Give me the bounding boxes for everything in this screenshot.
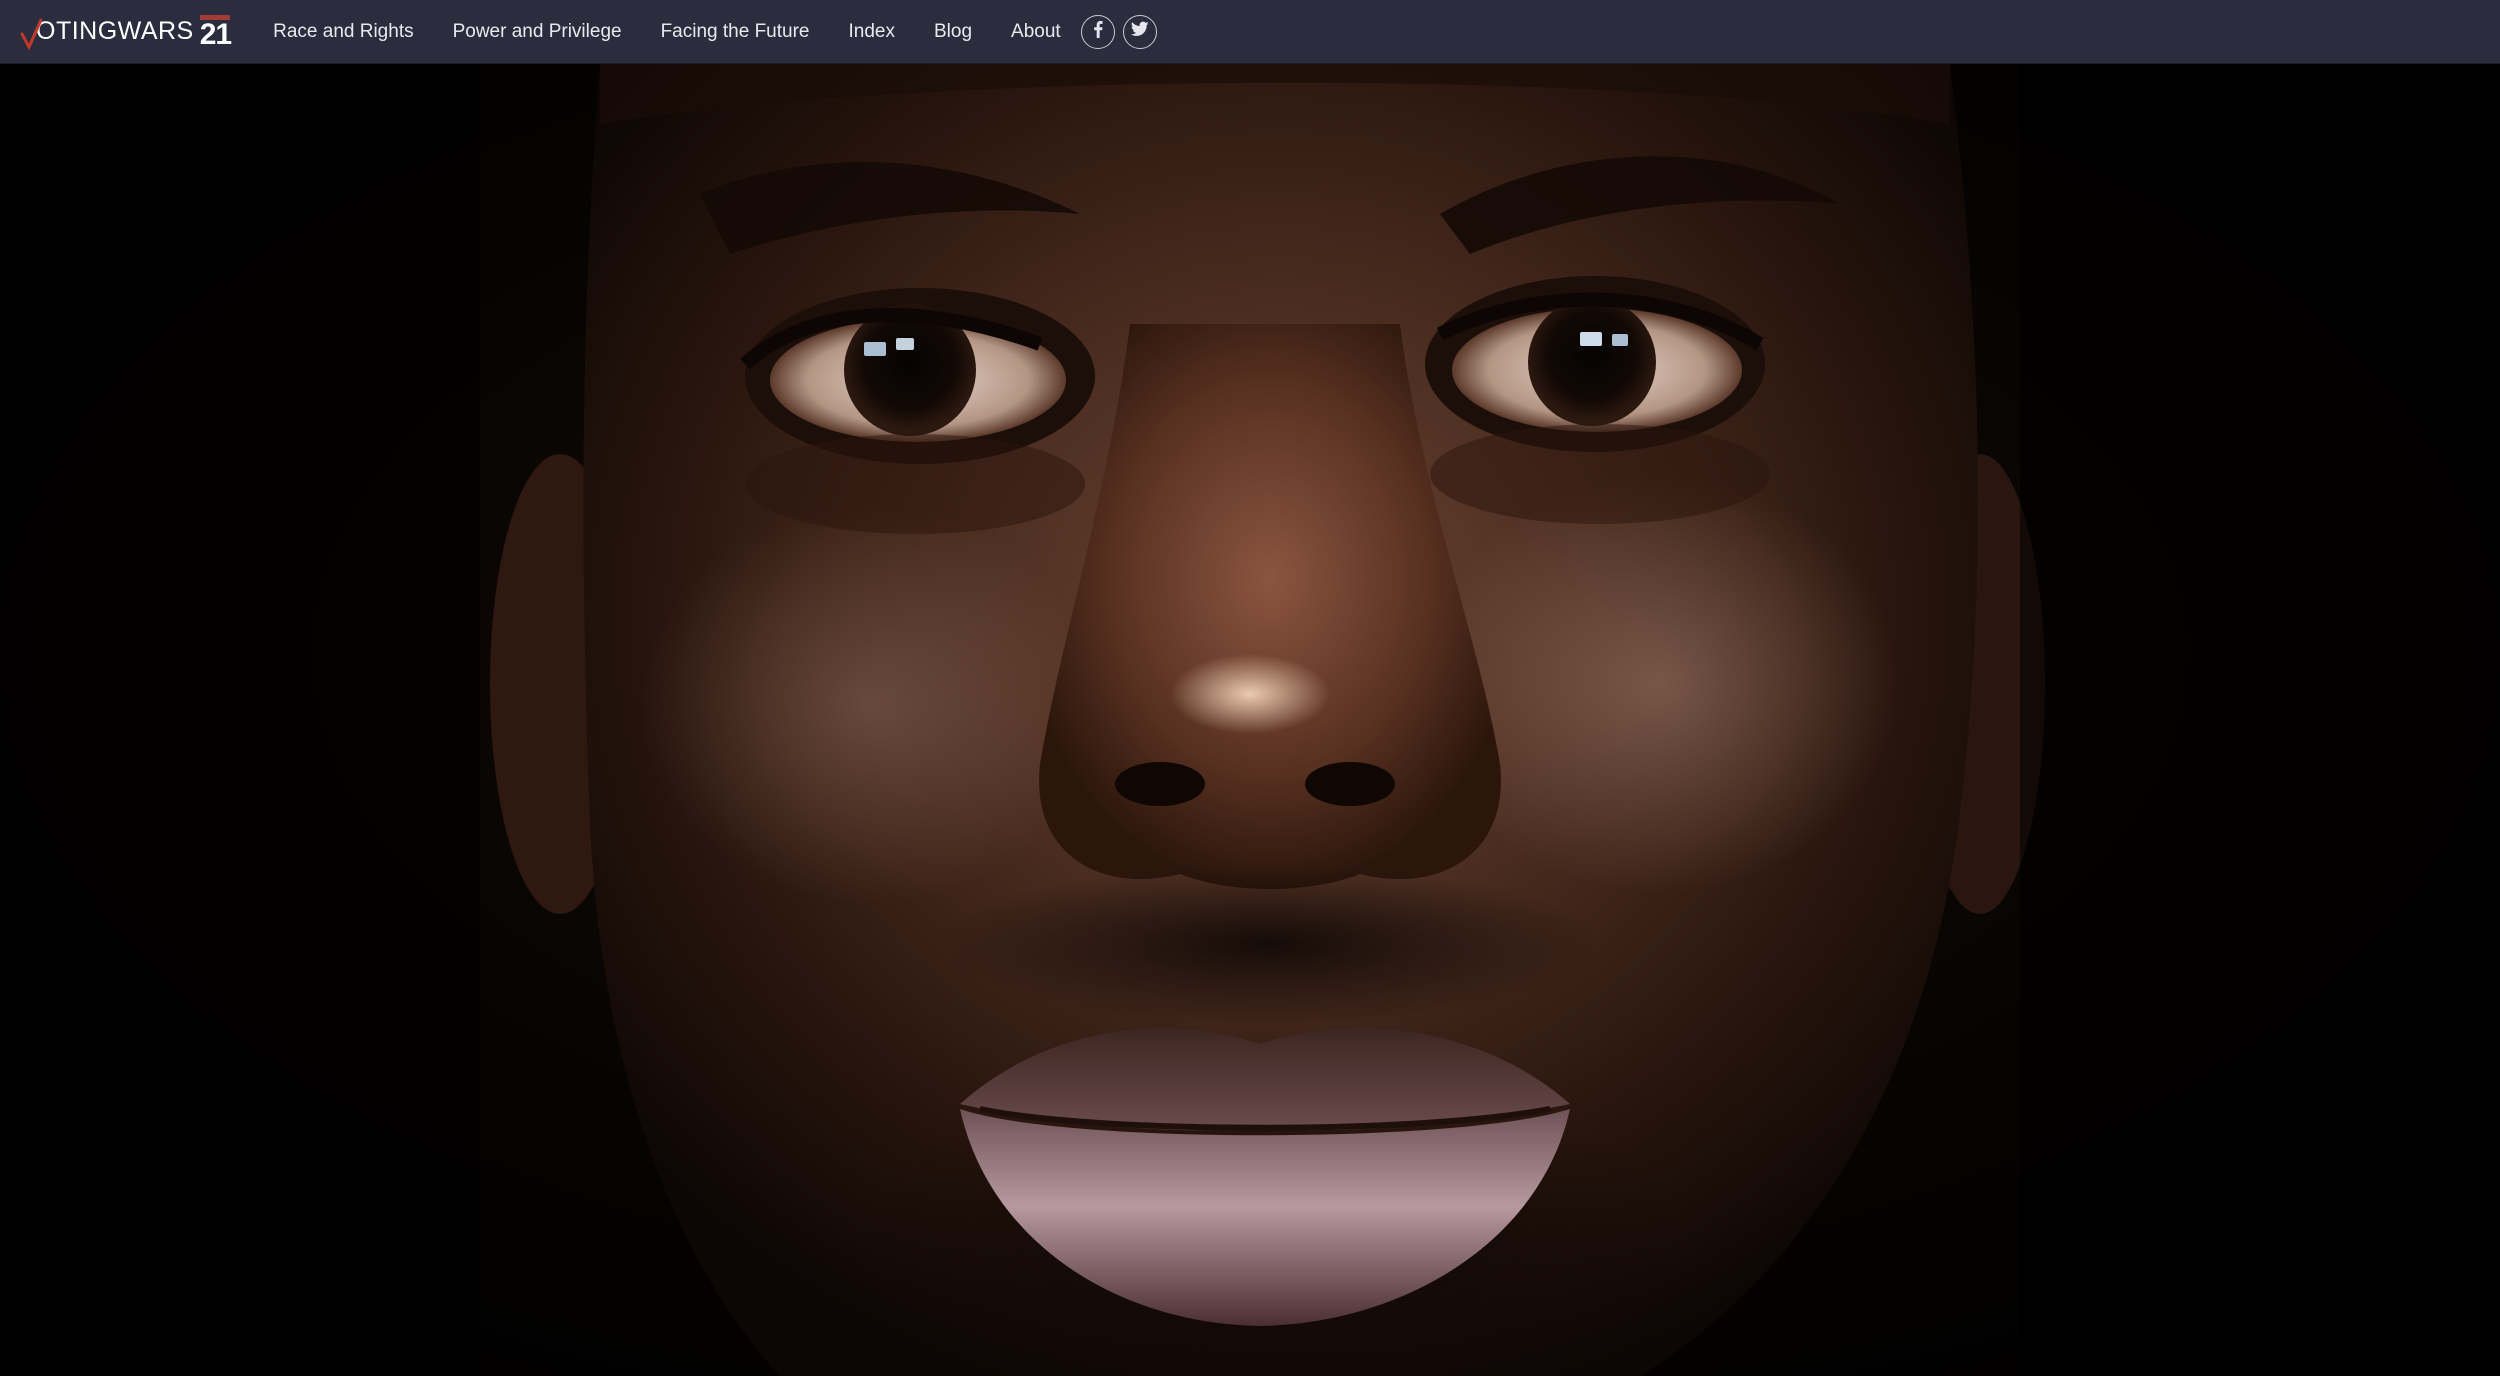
social-links [1080, 14, 1157, 49]
main-nav: Race and Rights Power and Privilege Faci… [273, 0, 1081, 64]
logo-badge: 21 [199, 14, 232, 51]
nav-item-race-and-rights[interactable]: Race and Rights [273, 21, 413, 43]
logo-checkmark-icon [20, 16, 43, 50]
logo-number: 21 [199, 17, 232, 51]
twitter-icon [1130, 21, 1149, 42]
facebook-button[interactable] [1080, 14, 1115, 49]
nav-item-facing-the-future[interactable]: Facing the Future [661, 21, 810, 43]
nav-item-about[interactable]: About [1011, 21, 1061, 43]
hero-portrait [0, 64, 2500, 1376]
nav-item-blog[interactable]: Blog [934, 21, 972, 43]
top-navigation-bar: OTINGWARS 21 Race and Rights Power and P… [0, 0, 2500, 64]
portrait-illustration [0, 64, 2500, 1376]
logo-wordmark: OTINGWARS [36, 17, 194, 45]
nav-item-index[interactable]: Index [849, 21, 895, 43]
facebook-icon [1091, 20, 1105, 43]
twitter-button[interactable] [1122, 14, 1157, 49]
site-logo[interactable]: OTINGWARS 21 [20, 12, 232, 52]
nav-item-power-and-privilege[interactable]: Power and Privilege [453, 21, 622, 43]
